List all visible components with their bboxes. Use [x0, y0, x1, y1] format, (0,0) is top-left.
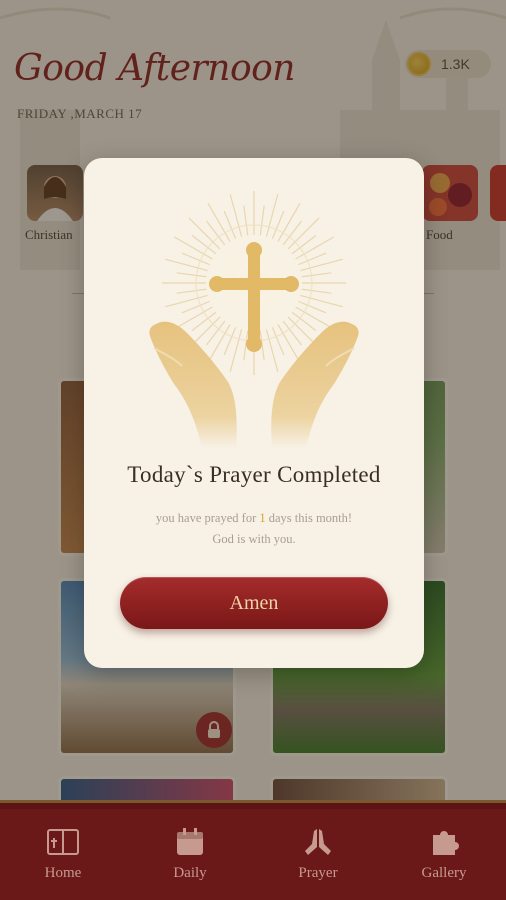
amen-button-label: Amen — [229, 591, 279, 614]
dialog-message-suffix: days this month! — [265, 511, 353, 525]
nav-item-daily[interactable]: Daily — [150, 827, 230, 887]
dialog-message: you have prayed for 1 days this month! G… — [84, 508, 424, 550]
praying-hands-icon — [301, 827, 335, 857]
nav-label-prayer: Prayer — [298, 865, 338, 881]
bible-icon — [46, 827, 80, 857]
calendar-icon — [173, 827, 207, 857]
nav-item-gallery[interactable]: Gallery — [404, 827, 484, 887]
bottom-nav-bar: Home Daily Prayer Gallery — [0, 809, 506, 900]
nav-item-home[interactable]: Home — [23, 827, 103, 887]
nav-label-daily: Daily — [173, 865, 207, 881]
praying-hands-cross-icon — [149, 191, 359, 448]
nav-item-prayer[interactable]: Prayer — [278, 827, 358, 887]
nav-label-home: Home — [44, 865, 82, 881]
bottom-nav: Home Daily Prayer Gallery — [0, 800, 506, 900]
dialog-message-prefix: you have prayed for — [155, 511, 260, 525]
amen-button[interactable]: Amen — [120, 577, 388, 629]
dialog-message-blessing: God is with you. — [212, 532, 296, 546]
dialog-title: Today`s Prayer Completed — [127, 462, 381, 487]
nav-label-gallery: Gallery — [421, 865, 467, 881]
prayer-completed-dialog: Today`s Prayer Completed you have prayed… — [84, 158, 424, 668]
puzzle-icon — [427, 827, 461, 857]
